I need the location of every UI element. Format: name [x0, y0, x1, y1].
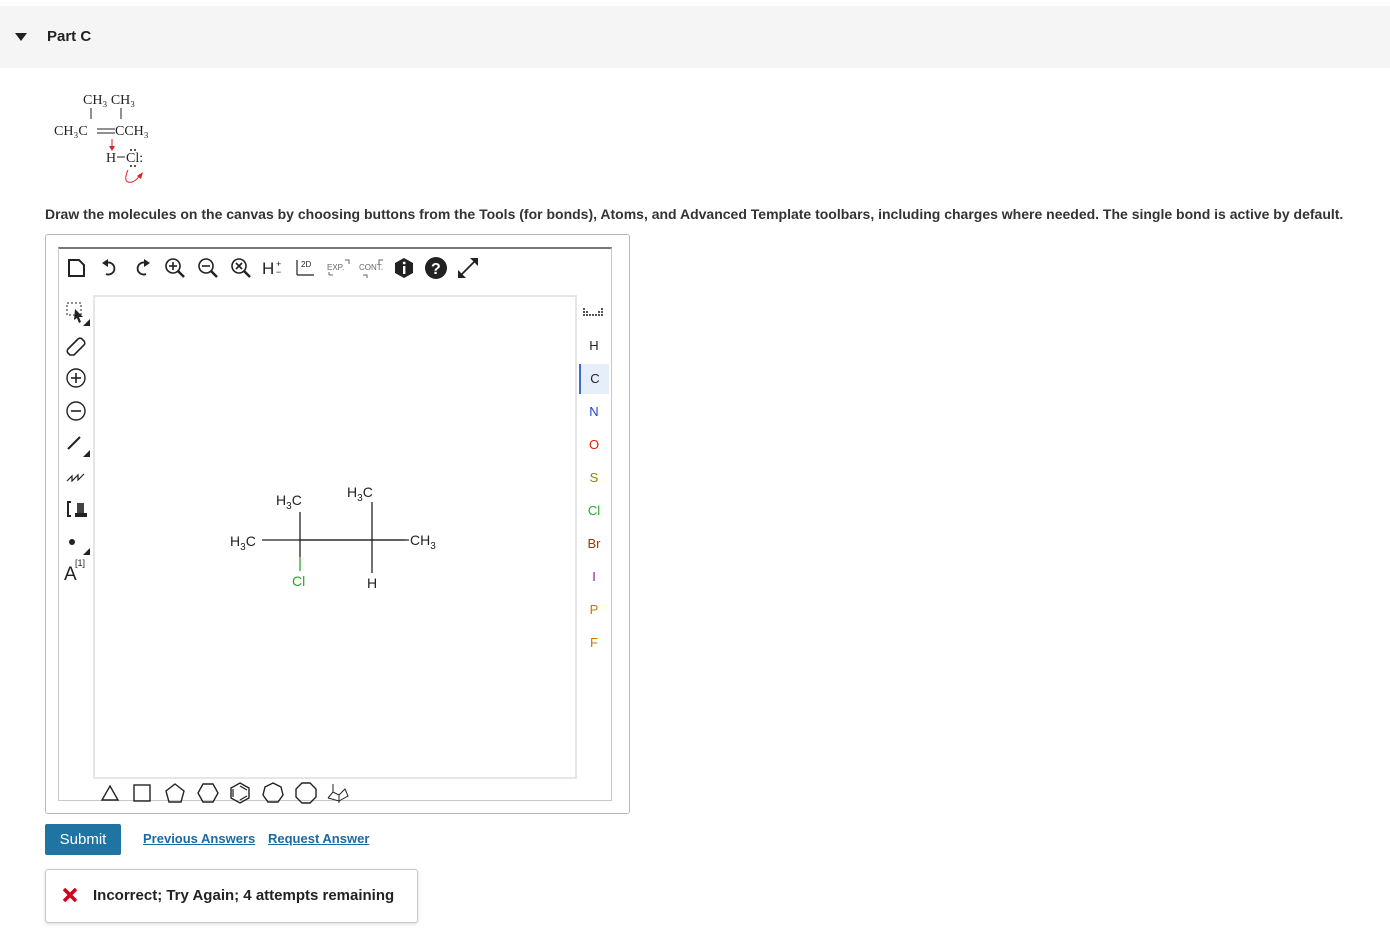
feedback-box: Incorrect; Try Again; 4 attempts remaini…: [45, 869, 418, 923]
zoom-in-icon[interactable]: [162, 255, 188, 281]
svg-text:EXP.: EXP.: [327, 263, 344, 272]
svg-text:CONT.: CONT.: [359, 263, 383, 272]
chain-tool-icon[interactable]: [63, 463, 91, 491]
atom-label-top-methyl-left: H3C: [276, 492, 302, 512]
atom-button-o[interactable]: O: [579, 430, 609, 460]
molecule-structure: H3C H3C H3C CH3 Cl H: [230, 484, 436, 591]
editor-frame: H + − 2D EXP. CONT. ? A [1] H3C H3C H3C …: [58, 247, 613, 804]
cyclobutane-icon[interactable]: [129, 781, 155, 805]
implicit-hydrogen-icon[interactable]: H + −: [260, 255, 286, 281]
negative-charge-icon[interactable]: [63, 397, 91, 425]
benzene-icon[interactable]: [227, 781, 253, 805]
radical-icon[interactable]: [63, 528, 91, 556]
svg-text:[1]: [1]: [75, 558, 85, 568]
question-hcl-h: H: [106, 151, 116, 166]
atom-label-hydrogen: H: [367, 575, 377, 591]
positive-charge-icon[interactable]: [63, 364, 91, 392]
atom-button-i[interactable]: I: [579, 562, 609, 592]
atom-button-br[interactable]: Br: [579, 529, 609, 559]
zoom-reset-icon[interactable]: [228, 255, 254, 281]
question-hcl-cl: Cl:: [126, 151, 143, 166]
atom-button-c[interactable]: C: [579, 364, 609, 394]
atom-label-chlorine: Cl: [292, 573, 305, 589]
expand-group-icon[interactable]: EXP.: [325, 255, 355, 281]
new-document-icon[interactable]: [63, 255, 89, 281]
question-alkene-right: CCH₃: [115, 124, 149, 139]
collapse-triangle-icon[interactable]: [14, 31, 28, 43]
periodic-table-icon[interactable]: [579, 299, 609, 329]
cyclohexane-icon[interactable]: [195, 781, 221, 805]
part-title: Part C: [47, 28, 92, 45]
molecule-editor: H + − 2D EXP. CONT. ? A [1] H3C H3C H3C …: [45, 234, 630, 814]
atom-button-f[interactable]: F: [579, 628, 609, 658]
feedback-text: Incorrect; Try Again; 4 attempts remaini…: [93, 887, 395, 904]
atom-toolbar: H C N O S Cl Br I P F: [577, 295, 611, 655]
info-icon[interactable]: [391, 255, 417, 281]
incorrect-x-icon: [62, 887, 78, 903]
svg-text:−: −: [276, 267, 281, 277]
cyclopropane-icon[interactable]: [97, 781, 123, 805]
atom-button-p[interactable]: P: [579, 595, 609, 625]
eraser-icon[interactable]: [63, 331, 91, 359]
svg-text:?: ?: [431, 261, 441, 278]
atom-label-right-methyl: CH3: [410, 532, 436, 552]
cyclooctane-icon[interactable]: [293, 781, 319, 805]
help-icon[interactable]: ?: [423, 255, 449, 281]
cycloheptane-icon[interactable]: [260, 781, 286, 805]
contract-group-icon[interactable]: CONT.: [357, 255, 389, 281]
selection-tool-icon[interactable]: [63, 299, 91, 327]
instructions-text: Draw the molecules on the canvas by choo…: [45, 206, 1344, 222]
redo-icon[interactable]: [129, 255, 155, 281]
undo-icon[interactable]: [97, 255, 123, 281]
left-toolbar: A [1]: [59, 285, 93, 765]
atom-mapping-icon[interactable]: A [1]: [63, 555, 91, 583]
part-header[interactable]: Part C: [0, 6, 1390, 68]
cyclohexane-chair-icon[interactable]: [325, 781, 351, 805]
drawing-canvas[interactable]: H3C H3C H3C CH3 Cl H: [93, 295, 577, 779]
svg-text:H: H: [262, 259, 274, 278]
submit-button[interactable]: Submit: [45, 824, 121, 855]
zoom-out-icon[interactable]: [195, 255, 221, 281]
previous-answers-link[interactable]: Previous Answers: [143, 831, 255, 846]
template-toolbar: [93, 779, 577, 804]
template-bracket-icon[interactable]: [63, 495, 91, 523]
atom-button-cl[interactable]: Cl: [579, 496, 609, 526]
clean-2d-icon[interactable]: 2D: [294, 255, 320, 281]
atom-label-top-methyl-right: H3C: [347, 484, 373, 504]
atom-button-n[interactable]: N: [579, 397, 609, 427]
atom-button-h[interactable]: H: [579, 331, 609, 361]
svg-text:2D: 2D: [301, 260, 311, 269]
question-reaction-image: CH₃ CH₃ CH₃C CCH₃ H Cl:: [54, 93, 149, 183]
top-toolbar: H + − 2D EXP. CONT. ?: [59, 249, 613, 285]
atom-button-s[interactable]: S: [579, 463, 609, 493]
question-alkene-left: CH₃C: [54, 124, 88, 139]
single-bond-icon[interactable]: [63, 430, 91, 458]
cyclopentane-icon[interactable]: [162, 781, 188, 805]
atom-label-left-methyl: H3C: [230, 533, 256, 553]
question-methyl-labels: CH₃ CH₃: [83, 93, 135, 108]
request-answer-link[interactable]: Request Answer: [268, 831, 369, 846]
fullscreen-icon[interactable]: [455, 255, 481, 281]
